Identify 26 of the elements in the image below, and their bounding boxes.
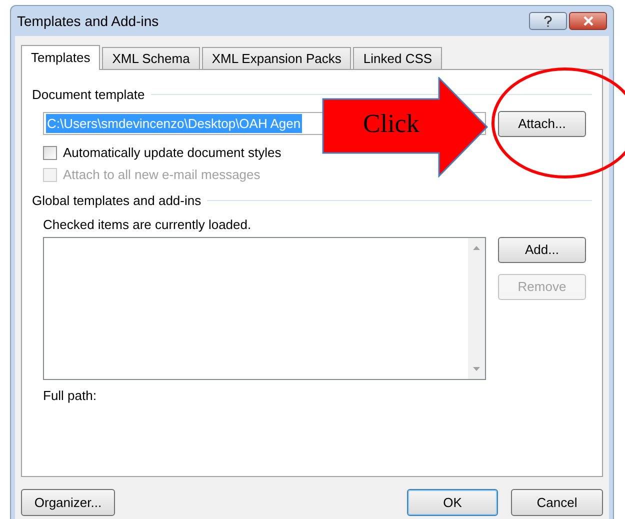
add-ins-list[interactable] (43, 236, 486, 380)
scrollbar[interactable] (468, 238, 485, 378)
section-heading: Global templates and add-ins (32, 192, 202, 210)
tab[interactable]: XML Expansion Packs (202, 47, 352, 69)
help-button[interactable] (529, 12, 567, 30)
checkbox-label: Attach to all new e-mail messages (63, 166, 260, 184)
tab[interactable]: XML Schema (102, 47, 200, 69)
tab[interactable]: Templates (21, 45, 100, 70)
close-button[interactable] (569, 12, 607, 30)
section-heading: Document template (32, 86, 145, 104)
hint-text: Checked items are currently loaded. (42, 216, 252, 234)
attach-button[interactable]: Attach... (498, 110, 586, 136)
window-title: Templates and Add-ins (17, 12, 159, 31)
question-mark-icon (544, 16, 552, 26)
checkbox-label: Automatically update document styles (63, 144, 282, 162)
scroll-up-icon[interactable] (473, 246, 480, 250)
dialog-button[interactable]: Cancel (511, 489, 603, 516)
add-button[interactable]: Add... (498, 236, 586, 262)
full-path-label: Full path: (42, 386, 98, 405)
dialog-button[interactable]: OK (407, 489, 498, 516)
checkbox[interactable] (43, 146, 57, 160)
dialog-button[interactable]: Organizer... (21, 489, 115, 516)
callout-text: Click (363, 111, 420, 137)
scroll-down-icon[interactable] (473, 366, 480, 370)
tab[interactable]: Linked CSS (353, 47, 442, 69)
close-icon (582, 16, 594, 26)
